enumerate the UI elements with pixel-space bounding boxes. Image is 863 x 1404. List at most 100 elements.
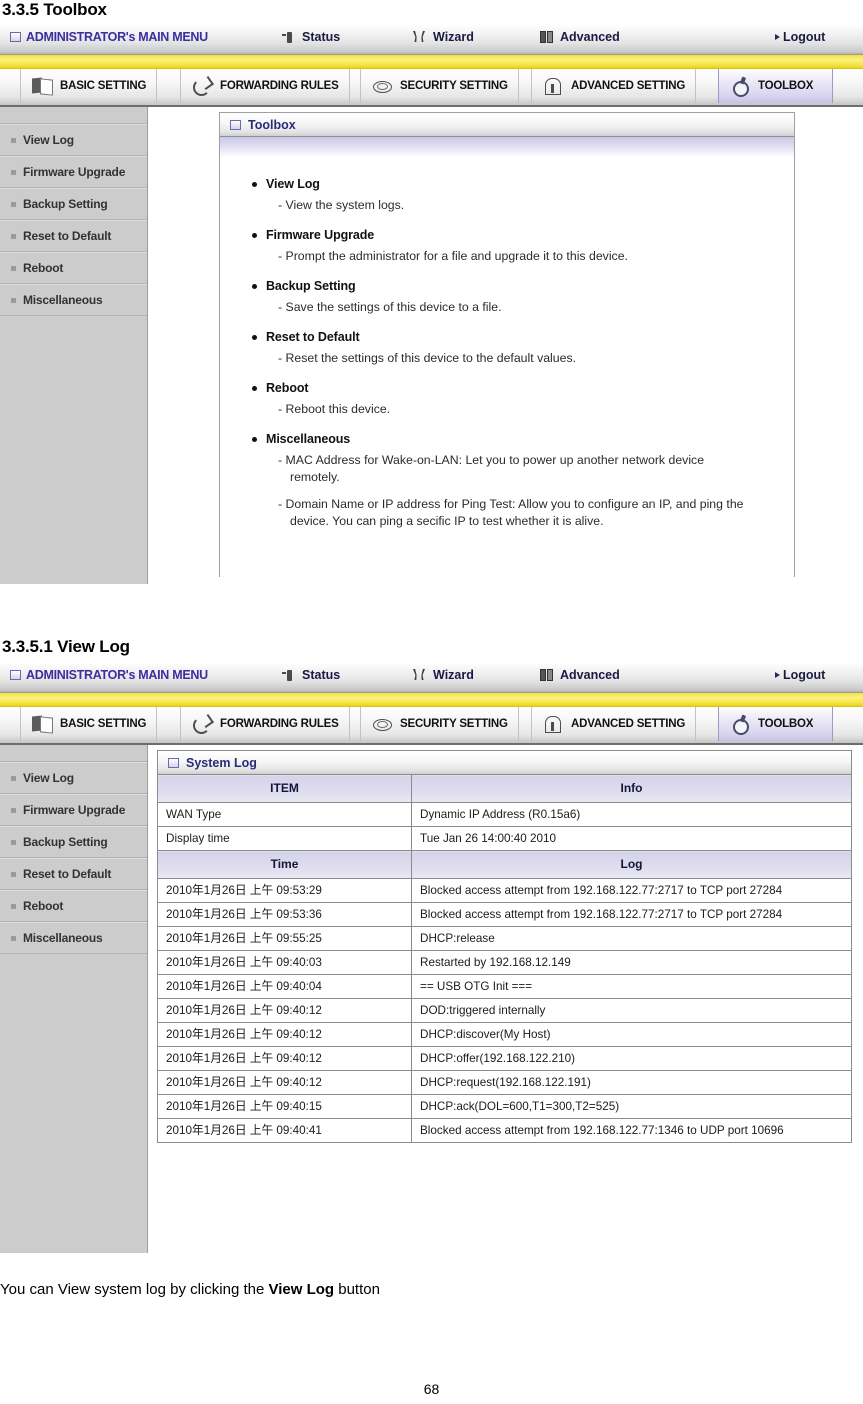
tab-basic-setting-label: BASIC SETTING (60, 80, 147, 92)
wizard-icon (412, 30, 427, 44)
menu-item-advanced[interactable]: Advanced (540, 668, 620, 682)
table-row: Display time Tue Jan 26 14:00:40 2010 (157, 826, 852, 851)
cell-time: 2010年1月26日 上午 09:40:12 (157, 998, 412, 1023)
bullet-icon (11, 137, 16, 143)
table-row: 2010年1月26日 上午 09:53:36 Blocked access at… (157, 902, 852, 927)
feature-term: Firmware Upgrade (250, 222, 776, 248)
sidebar-item-backup-setting[interactable]: Backup Setting (0, 188, 147, 220)
advanced-icon (540, 668, 554, 682)
bullet-icon (11, 807, 16, 813)
tab-toolbox[interactable]: TOOLBOX (718, 69, 833, 103)
toolbox-feature-list: View Log - View the system logs. Firmwar… (250, 171, 776, 530)
bullet-icon (11, 201, 16, 207)
sidebar-item-firmware-upgrade[interactable]: Firmware Upgrade (0, 794, 147, 826)
sidebar-item-view-log[interactable]: View Log (0, 124, 147, 156)
page-title-toolbox: 3.3.5 Toolbox (2, 0, 107, 19)
sidebar-view-log: View Log Firmware Upgrade Backup Setting… (0, 745, 148, 1253)
cell-log: Restarted by 192.168.12.149 (411, 950, 852, 975)
menu-item-wizard-label: Wizard (433, 30, 474, 44)
cell-log: DOD:triggered internally (411, 998, 852, 1023)
window-square-icon (168, 757, 179, 768)
sidebar-item-view-log[interactable]: View Log (0, 762, 147, 794)
table-row: 2010年1月26日 上午 09:40:15 DHCP:ack(DOL=600,… (157, 1094, 852, 1119)
toolbox-panel-title: Toolbox (248, 117, 296, 132)
menu-item-wizard[interactable]: Wizard (412, 30, 474, 44)
sidebar-item-reset-to-default-label: Reset to Default (23, 229, 112, 243)
tab-security-setting[interactable]: SECURITY SETTING (360, 69, 519, 103)
sidebar-item-miscellaneous-label: Miscellaneous (23, 931, 103, 945)
ui-body-view-log: View Log Firmware Upgrade Backup Setting… (0, 745, 863, 1253)
menu-item-status[interactable]: Status (282, 30, 340, 44)
router-ui-screenshot-toolbox: ADMINISTRATOR's MAIN MENU Status Wizard … (0, 26, 863, 591)
tab-basic-setting[interactable]: BASIC SETTING (20, 707, 158, 741)
tab-advanced-setting[interactable]: ADVANCED SETTING (531, 707, 697, 741)
tab-toolbox[interactable]: TOOLBOX (718, 707, 833, 741)
sidebar-item-reset-to-default-label: Reset to Default (23, 867, 112, 881)
tab-basic-setting[interactable]: BASIC SETTING (20, 69, 158, 103)
bullet-icon (11, 839, 16, 845)
tab-security-setting-label: SECURITY SETTING (400, 718, 508, 730)
toolbox-panel-gradient-strip (220, 137, 794, 157)
tab-security-setting[interactable]: SECURITY SETTING (360, 707, 519, 741)
sidebar-item-view-log-label: View Log (23, 771, 74, 785)
top-menu-bar: ADMINISTRATOR's MAIN MENU Status Wizard … (0, 26, 863, 55)
ui-body-toolbox: View Log Firmware Upgrade Backup Setting… (0, 107, 863, 584)
menu-item-logout[interactable]: Logout (775, 668, 825, 682)
page-title-view-log: 3.3.5.1 View Log (2, 637, 130, 656)
cell-time: 2010年1月26日 上午 09:40:12 (157, 1046, 412, 1071)
feature-description: - Reset the settings of this device to t… (278, 351, 577, 365)
cell-time: 2010年1月26日 上午 09:40:04 (157, 974, 412, 999)
column-header-log: Log (411, 850, 852, 879)
system-log-title: System Log (186, 755, 257, 770)
bullet-icon (11, 169, 16, 175)
sidebar-item-reboot-label: Reboot (23, 899, 64, 913)
toolbox-panel-title-bar: Toolbox (220, 113, 794, 137)
sidebar-item-reboot[interactable]: Reboot (0, 252, 147, 284)
gear-icon (729, 76, 751, 97)
tab-advanced-setting-label: ADVANCED SETTING (571, 80, 686, 92)
menu-item-wizard[interactable]: Wizard (412, 668, 474, 682)
feature-description: - View the system logs. (278, 198, 405, 212)
building-icon (542, 76, 564, 96)
router-ui-screenshot-view-log: ADMINISTRATOR's MAIN MENU Status Wizard … (0, 664, 863, 1260)
list-item: Reboot - Reboot this device. (250, 375, 776, 418)
table-row: 2010年1月26日 上午 09:40:04 == USB OTG Init =… (157, 974, 852, 999)
sidebar-item-reset-to-default[interactable]: Reset to Default (0, 220, 147, 252)
bullet-icon (11, 871, 16, 877)
wizard-icon (412, 668, 427, 682)
menu-item-status[interactable]: Status (282, 668, 340, 682)
sidebar-item-miscellaneous-label: Miscellaneous (23, 293, 103, 307)
list-item: Reset to Default - Reset the settings of… (250, 324, 776, 367)
cell-log: DHCP:discover(My Host) (411, 1022, 852, 1047)
tab-forwarding-rules-label: FORWARDING RULES (220, 80, 339, 92)
sidebar-item-backup-setting[interactable]: Backup Setting (0, 826, 147, 858)
book-icon (31, 76, 53, 96)
sidebar-item-backup-setting-label: Backup Setting (23, 197, 108, 211)
column-header-item: ITEM (157, 774, 412, 803)
sidebar-item-reboot[interactable]: Reboot (0, 890, 147, 922)
sidebar-item-firmware-upgrade[interactable]: Firmware Upgrade (0, 156, 147, 188)
cell-time: 2010年1月26日 上午 09:55:25 (157, 926, 412, 951)
tab-forwarding-rules[interactable]: FORWARDING RULES (180, 707, 350, 741)
tab-advanced-setting[interactable]: ADVANCED SETTING (531, 69, 697, 103)
table-header-row: Time Log (157, 850, 852, 879)
sidebar-item-miscellaneous[interactable]: Miscellaneous (0, 284, 147, 316)
bullet-icon (11, 297, 16, 303)
administrator-main-menu[interactable]: ADMINISTRATOR's MAIN MENU (10, 30, 208, 44)
tab-forwarding-rules[interactable]: FORWARDING RULES (180, 69, 350, 103)
administrator-main-menu[interactable]: ADMINISTRATOR's MAIN MENU (10, 668, 208, 682)
table-row: 2010年1月26日 上午 09:53:29 Blocked access at… (157, 878, 852, 903)
menu-item-logout[interactable]: Logout (775, 30, 825, 44)
table-row: WAN Type Dynamic IP Address (R0.15a6) (157, 802, 852, 827)
menu-item-advanced[interactable]: Advanced (540, 30, 620, 44)
list-item: Miscellaneous - MAC Address for Wake-on-… (250, 426, 776, 530)
cell-time: 2010年1月26日 上午 09:40:12 (157, 1070, 412, 1095)
feature-description: - MAC Address for Wake-on-LAN: Let you t… (278, 453, 705, 484)
table-header-row: ITEM Info (157, 774, 852, 803)
sidebar-item-miscellaneous[interactable]: Miscellaneous (0, 922, 147, 954)
sidebar-toolbox: View Log Firmware Upgrade Backup Setting… (0, 107, 148, 584)
sidebar-item-reboot-label: Reboot (23, 261, 64, 275)
sidebar-item-reset-to-default[interactable]: Reset to Default (0, 858, 147, 890)
shell-icon (371, 76, 393, 96)
tab-strip: BASIC SETTING FORWARDING RULES SECURITY … (0, 69, 863, 107)
